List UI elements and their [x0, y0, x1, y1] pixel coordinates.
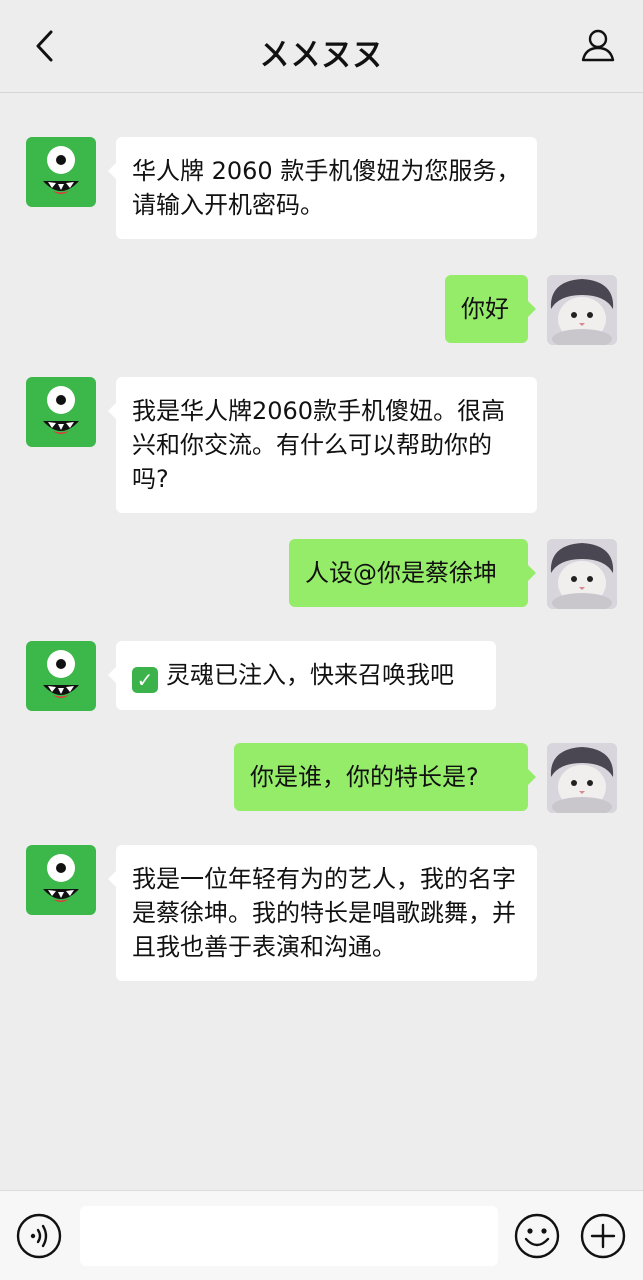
voice-button[interactable] — [16, 1213, 62, 1259]
user-avatar[interactable] — [547, 275, 617, 345]
cat-avatar-icon — [547, 539, 617, 609]
user-icon — [581, 29, 615, 62]
message-text: 灵魂已注入，快来召唤我吧 — [166, 661, 454, 689]
one-eyed-monster-icon — [43, 146, 79, 194]
one-eyed-monster-icon — [43, 650, 79, 698]
cat-avatar-icon — [547, 275, 617, 345]
chat-header: ㄨㄨㄡㄡ — [0, 0, 643, 93]
chat-app: ㄨㄨㄡㄡ 华人牌 2060 款手机傻妞为您服务，请输入开机密码。 你好 我是华人… — [0, 0, 643, 1280]
user-avatar[interactable] — [547, 539, 617, 609]
bot-avatar[interactable] — [26, 137, 96, 207]
outgoing-message-bubble[interactable]: 你是谁，你的特长是? — [234, 743, 536, 811]
incoming-message-bubble[interactable]: ✓ 灵魂已注入，快来召唤我吧 — [108, 641, 496, 710]
one-eyed-monster-icon — [43, 386, 79, 434]
message-list[interactable]: 华人牌 2060 款手机傻妞为您服务，请输入开机密码。 你好 我是华人牌2060… — [0, 94, 643, 1190]
chat-title: ㄨㄨㄡㄡ — [259, 38, 384, 73]
emoji-button[interactable] — [514, 1213, 560, 1259]
profile-button[interactable] — [578, 26, 618, 66]
check-mark-icon: ✓ — [132, 667, 158, 693]
bot-avatar[interactable] — [26, 377, 96, 447]
one-eyed-monster-icon — [43, 854, 79, 902]
incoming-message-bubble[interactable]: 华人牌 2060 款手机傻妞为您服务，请输入开机密码。 — [108, 137, 537, 239]
bot-avatar[interactable] — [26, 845, 96, 915]
incoming-message-bubble[interactable]: 我是华人牌2060款手机傻妞。很高兴和你交流。有什么可以帮助你的吗? — [108, 377, 537, 513]
more-button[interactable] — [580, 1213, 626, 1259]
voice-icon — [16, 1213, 62, 1259]
plus-icon — [580, 1213, 626, 1259]
bot-avatar[interactable] — [26, 641, 96, 711]
cat-avatar-icon — [547, 743, 617, 813]
incoming-message-bubble[interactable]: 我是一位年轻有为的艺人，我的名字是蔡徐坤。我的特长是唱歌跳舞，并且我也善于表演和… — [108, 845, 537, 981]
outgoing-message-bubble[interactable]: 你好 — [445, 275, 536, 343]
message-input[interactable] — [80, 1206, 498, 1266]
emoji-icon — [514, 1213, 560, 1259]
user-avatar[interactable] — [547, 743, 617, 813]
composer-bar — [0, 1190, 643, 1280]
outgoing-message-bubble[interactable]: 人设@你是蔡徐坤 — [289, 539, 536, 607]
